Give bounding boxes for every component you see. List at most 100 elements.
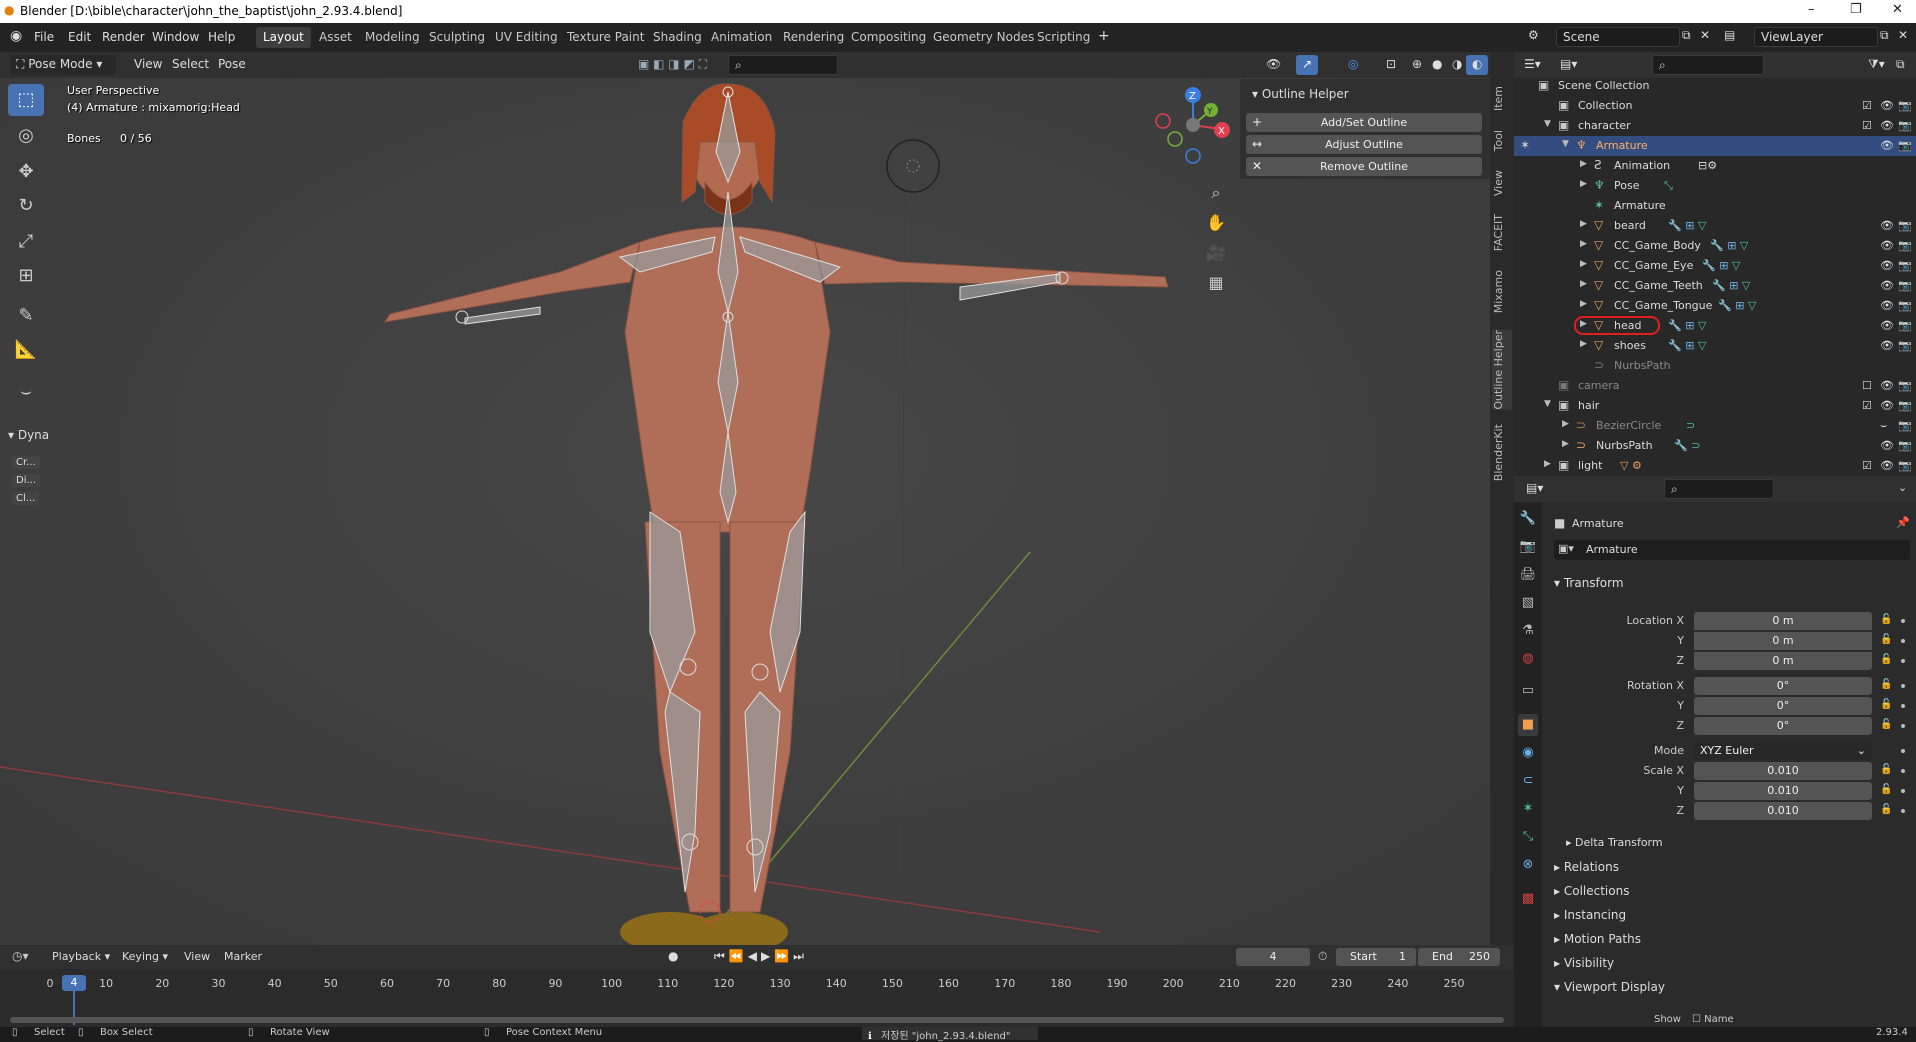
workspace-tab-asset[interactable]: Asset: [312, 27, 359, 48]
location-z-field[interactable]: 0 m: [1694, 652, 1872, 670]
lock-icon[interactable]: 🔓: [1880, 804, 1892, 815]
texture-tab-icon[interactable]: ▩: [1518, 888, 1538, 910]
new-collection-icon[interactable]: ⧉: [1896, 57, 1905, 72]
object-tab-icon[interactable]: ■: [1518, 714, 1538, 736]
expand-icon[interactable]: ▼: [1544, 399, 1551, 409]
measure-tool[interactable]: 📐: [8, 334, 44, 366]
menu-marker[interactable]: Marker: [224, 950, 262, 963]
expand-icon[interactable]: ▶: [1580, 239, 1587, 249]
playhead-frame-badge[interactable]: 4: [62, 975, 86, 991]
outliner-row-cc-game-tongue[interactable]: ▶ ▽ CC_Game_Tongue 🔧 ⊞ ▽ 👁 📷: [1514, 296, 1916, 316]
scene-browse-icon[interactable]: ⚙: [1528, 28, 1539, 42]
dyna-panel-header[interactable]: ▾ Dyna: [8, 428, 49, 442]
outliner-row-shoes[interactable]: ▶ ▽ shoes 🔧 ⊞ ▽ 👁 📷: [1514, 336, 1916, 356]
mode-selector[interactable]: ⛶ Pose Mode ▾: [10, 55, 116, 75]
eye-icon[interactable]: 👁: [1880, 99, 1894, 112]
properties-search-field[interactable]: ⌕: [1664, 479, 1774, 499]
render-camera-icon[interactable]: 📷: [1898, 379, 1912, 392]
visibility-section[interactable]: ▸ Visibility: [1554, 956, 1614, 970]
rotation-x-field[interactable]: 0°: [1694, 677, 1872, 695]
eye-icon[interactable]: 👁: [1880, 439, 1894, 452]
timeline-scrollbar[interactable]: [10, 1017, 1504, 1023]
workspace-tab-compositing[interactable]: Compositing: [844, 27, 933, 48]
add-workspace-icon[interactable]: +: [1098, 28, 1110, 44]
relations-section[interactable]: ▸ Relations: [1554, 860, 1619, 874]
lock-icon[interactable]: 🔓: [1880, 679, 1892, 690]
workspace-tab-geometry-nodes[interactable]: Geometry Nodes: [926, 27, 1041, 48]
render-camera-icon[interactable]: 📷: [1898, 339, 1912, 352]
shading-rendered-icon[interactable]: ◐: [1466, 55, 1489, 75]
eye-icon[interactable]: 👁: [1880, 279, 1894, 292]
outliner-row-armature-data[interactable]: ✶ Armature: [1514, 196, 1916, 216]
scene-tab-icon[interactable]: ⚗: [1518, 620, 1538, 642]
end-frame-field[interactable]: End 250: [1418, 948, 1500, 966]
eye-icon[interactable]: 👁: [1880, 399, 1894, 412]
menu-playback[interactable]: Playback ▾: [52, 950, 110, 963]
collection-tab-icon[interactable]: ▭: [1518, 680, 1538, 702]
rotate-tool[interactable]: ↻: [8, 190, 44, 222]
blender-menu-icon[interactable]: ◉: [10, 28, 22, 44]
workspace-tab-scripting[interactable]: Scripting: [1030, 27, 1097, 48]
outliner-row-cc-game-teeth[interactable]: ▶ ▽ CC_Game_Teeth 🔧 ⊞ ▽ 👁 📷: [1514, 276, 1916, 296]
render-camera-icon[interactable]: 📷: [1898, 219, 1912, 232]
eye-icon[interactable]: 👁: [1880, 119, 1894, 132]
remove-viewlayer-icon[interactable]: ✕: [1898, 28, 1908, 42]
menu-pose[interactable]: Pose: [212, 55, 252, 75]
eye-icon[interactable]: 👁: [1880, 339, 1894, 352]
lock-icon[interactable]: 🔓: [1880, 699, 1892, 710]
physics-tab-icon[interactable]: ◉: [1518, 742, 1538, 764]
render-camera-icon[interactable]: 📷: [1898, 319, 1912, 332]
keyframe-dot[interactable]: [1901, 809, 1905, 813]
render-camera-icon[interactable]: 📷: [1898, 439, 1912, 452]
minimize-button[interactable]: –: [1808, 2, 1815, 17]
outliner-row-light[interactable]: ▶ ▣ light ▽ ⚙ ☑ 👁 📷: [1514, 456, 1916, 476]
armature-data-tab-icon[interactable]: ✶: [1518, 798, 1538, 820]
keyframe-dot[interactable]: [1901, 619, 1905, 623]
view-layer-tab-icon[interactable]: ▧: [1518, 592, 1538, 614]
motion-paths-section[interactable]: ▸ Motion Paths: [1554, 932, 1641, 946]
dyna-item-dissolve[interactable]: Di...: [12, 474, 41, 487]
datablock-selector[interactable]: ▣▾ Armature: [1554, 540, 1910, 560]
expand-icon[interactable]: ▶: [1580, 159, 1587, 169]
scale-y-field[interactable]: 0.010: [1694, 782, 1872, 800]
render-camera-icon[interactable]: 📷: [1898, 459, 1912, 472]
expand-icon[interactable]: ▶: [1580, 219, 1587, 229]
keyframe-dot[interactable]: [1901, 704, 1905, 708]
lock-icon[interactable]: 🔓: [1880, 614, 1892, 625]
eye-closed-icon[interactable]: ⌣: [1880, 419, 1887, 433]
workspace-tab-layout[interactable]: Layout: [256, 27, 311, 48]
viewport-display-section[interactable]: ▾ Viewport Display: [1554, 980, 1665, 994]
menu-view[interactable]: View: [128, 55, 168, 75]
menu-keying[interactable]: Keying ▾: [122, 950, 168, 963]
outliner-row-nurbspath-child[interactable]: ⊃ NurbsPath: [1514, 356, 1916, 376]
close-window-button[interactable]: ✕: [1892, 2, 1903, 17]
render-camera-icon[interactable]: 📷: [1898, 119, 1912, 132]
exclude-checkbox[interactable]: ☑: [1862, 399, 1872, 412]
ortho-grid-icon[interactable]: ▦: [1201, 269, 1231, 297]
exclude-checkbox[interactable]: ☑: [1862, 459, 1872, 472]
rotation-mode-dropdown[interactable]: XYZ Euler ⌄: [1694, 742, 1872, 760]
instancing-section[interactable]: ▸ Instancing: [1554, 908, 1626, 922]
render-camera-icon[interactable]: 📷: [1898, 419, 1912, 432]
remove-scene-icon[interactable]: ✕: [1700, 28, 1710, 42]
outliner-search-field[interactable]: ⌕: [1652, 55, 1764, 75]
outliner-row-beard[interactable]: ▶ ▽ beard 🔧 ⊞ ▽ 👁 📷: [1514, 216, 1916, 236]
cursor-tool[interactable]: ◎: [8, 120, 44, 152]
shading-wireframe-icon[interactable]: ⊕: [1406, 55, 1428, 75]
outliner-row-animation[interactable]: ▶ Ƨ Animation ⊟⚙: [1514, 156, 1916, 176]
world-tab-icon[interactable]: ◍: [1518, 648, 1538, 670]
lock-icon[interactable]: 🔓: [1880, 654, 1892, 665]
exclude-checkbox[interactable]: ☐: [1862, 379, 1872, 392]
eye-icon[interactable]: 👁: [1880, 259, 1894, 272]
start-frame-field[interactable]: Start 1: [1336, 948, 1416, 966]
editor-type-icon[interactable]: ◷▾: [12, 949, 29, 963]
render-camera-icon[interactable]: 📷: [1898, 299, 1912, 312]
navigation-gizmo[interactable]: Z Y X: [1153, 85, 1233, 165]
collections-section[interactable]: ▸ Collections: [1554, 884, 1629, 898]
expand-icon[interactable]: ▼: [1544, 119, 1551, 129]
render-camera-icon[interactable]: 📷: [1898, 239, 1912, 252]
outliner-row-collection[interactable]: ▣ Collection ☑ 👁 📷: [1514, 96, 1916, 116]
tab-outline-helper[interactable]: Outline Helper: [1492, 330, 1512, 410]
keyframe-dot[interactable]: [1901, 684, 1905, 688]
bone-constraints-tab-icon[interactable]: ⊗: [1518, 854, 1538, 876]
